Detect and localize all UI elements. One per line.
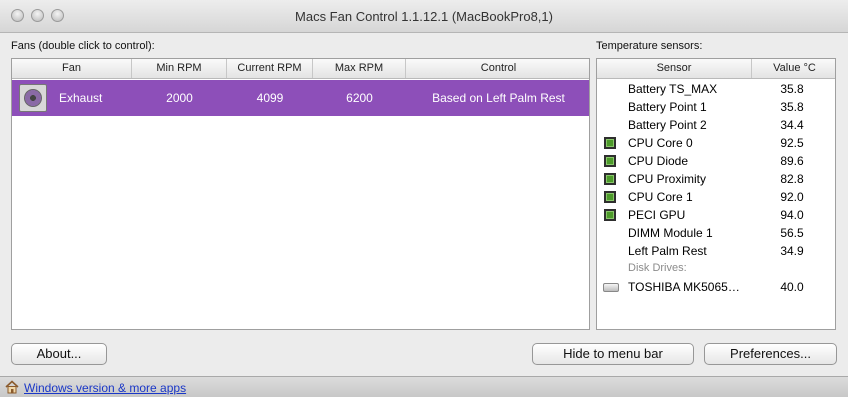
sensor-value: 40.0 (780, 280, 804, 294)
column-header-value[interactable]: Value °C (752, 59, 835, 78)
column-header-min-rpm[interactable]: Min RPM (132, 59, 227, 78)
sensor-value: 89.6 (780, 154, 804, 168)
sensor-row[interactable]: Battery Point 1 35.8 (597, 98, 835, 116)
sensors-section-label: Temperature sensors: (596, 40, 703, 52)
sensor-row[interactable]: Left Palm Rest 34.9 (597, 242, 835, 260)
window-title: Macs Fan Control 1.1.12.1 (MacBookPro8,1… (295, 9, 553, 24)
cpu-chip-icon (604, 155, 616, 167)
app-window: Macs Fan Control 1.1.12.1 (MacBookPro8,1… (0, 0, 848, 397)
cpu-chip-icon (604, 137, 616, 149)
column-header-fan[interactable]: Fan (12, 59, 132, 78)
fan-current-rpm: 4099 (256, 91, 284, 105)
sensor-value: 82.8 (780, 172, 804, 186)
sensor-value: 35.8 (780, 82, 804, 96)
status-bar: Windows version & more apps (0, 376, 848, 397)
windows-version-link[interactable]: Windows version & more apps (24, 381, 186, 395)
gpu-chip-icon (604, 209, 616, 221)
disk-drives-group-label: Disk Drives: (628, 262, 687, 274)
about-button[interactable]: About... (11, 343, 107, 365)
fan-name: Exhaust (59, 91, 103, 105)
sensor-row[interactable]: CPU Diode 89.6 (597, 152, 835, 170)
sensor-name: Battery Point 2 (628, 118, 707, 132)
home-icon (5, 380, 19, 394)
sensor-name: DIMM Module 1 (628, 226, 713, 240)
cpu-chip-icon (604, 191, 616, 203)
sensor-name: CPU Proximity (628, 172, 707, 186)
sensor-name: CPU Diode (628, 154, 689, 168)
sensor-row[interactable]: CPU Proximity 82.8 (597, 170, 835, 188)
sensor-row-disk[interactable]: TOSHIBA MK5065… 40.0 (597, 278, 835, 296)
fans-table-header: Fan Min RPM Current RPM Max RPM Control (12, 59, 589, 79)
sensor-name: Battery Point 1 (628, 100, 707, 114)
sensor-value: 92.5 (780, 136, 804, 150)
fan-max-rpm: 6200 (346, 91, 373, 105)
sensor-name: PECI GPU (628, 208, 686, 222)
column-header-sensor[interactable]: Sensor (597, 59, 752, 78)
sensor-value: 94.0 (780, 208, 804, 222)
hard-disk-icon (603, 283, 619, 292)
preferences-button[interactable]: Preferences... (704, 343, 837, 365)
column-header-current-rpm[interactable]: Current RPM (227, 59, 313, 78)
sensors-table[interactable]: Sensor Value °C Battery TS_MAX 35.8 Batt… (596, 58, 836, 330)
sensor-value: 34.4 (780, 118, 804, 132)
fan-control-mode: Based on Left Palm Rest (432, 91, 565, 105)
sensor-value: 92.0 (780, 190, 804, 204)
fans-section-label: Fans (double click to control): (11, 40, 155, 52)
fan-icon (19, 84, 47, 112)
sensor-row[interactable]: PECI GPU 94.0 (597, 206, 835, 224)
sensors-table-header: Sensor Value °C (597, 59, 835, 79)
sensor-name: Battery TS_MAX (628, 82, 718, 96)
fans-table[interactable]: Fan Min RPM Current RPM Max RPM Control … (11, 58, 590, 330)
fan-row-exhaust[interactable]: Exhaust 2000 4099 6200 Based on Left Pal… (12, 80, 589, 116)
sensor-name: TOSHIBA MK5065… (628, 280, 740, 294)
sensor-row[interactable]: CPU Core 1 92.0 (597, 188, 835, 206)
column-header-max-rpm[interactable]: Max RPM (313, 59, 406, 78)
fan-min-rpm: 2000 (166, 91, 193, 105)
sensor-name: CPU Core 0 (628, 136, 693, 150)
sensor-value: 34.9 (780, 244, 804, 258)
hide-to-menu-bar-button[interactable]: Hide to menu bar (532, 343, 694, 365)
column-header-control[interactable]: Control (406, 59, 589, 78)
sensor-value: 56.5 (780, 226, 804, 240)
sensor-name: CPU Core 1 (628, 190, 693, 204)
sensor-row[interactable]: Battery Point 2 34.4 (597, 116, 835, 134)
sensor-row[interactable]: CPU Core 0 92.5 (597, 134, 835, 152)
sensor-value: 35.8 (780, 100, 804, 114)
sensor-name: Left Palm Rest (628, 244, 707, 258)
cpu-chip-icon (604, 173, 616, 185)
sensor-row[interactable]: Battery TS_MAX 35.8 (597, 80, 835, 98)
sensor-row[interactable]: DIMM Module 1 56.5 (597, 224, 835, 242)
title-bar: Macs Fan Control 1.1.12.1 (MacBookPro8,1… (0, 0, 848, 33)
